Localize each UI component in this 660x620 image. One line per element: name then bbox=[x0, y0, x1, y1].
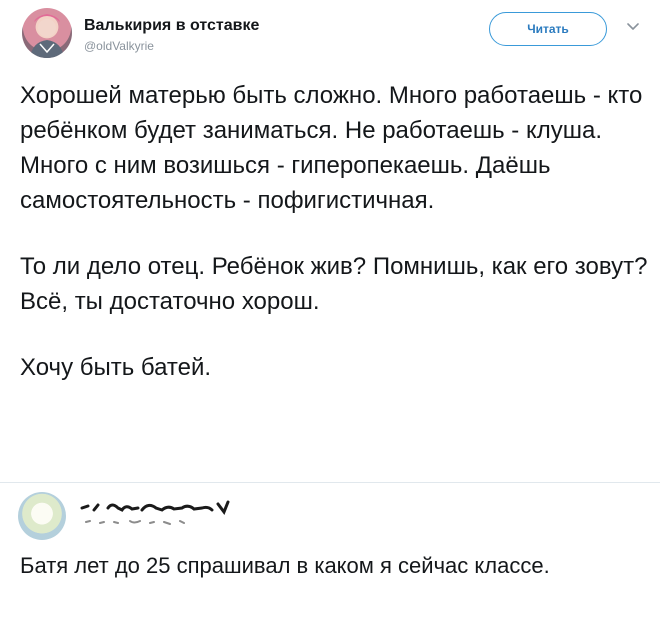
author-handle[interactable]: @oldValkyrie bbox=[84, 39, 154, 53]
redacted-name-scribble bbox=[80, 500, 230, 525]
reply-text: Батя лет до 25 спрашивал в каком я сейча… bbox=[20, 553, 550, 578]
author-display-name[interactable]: Валькирия в отставке bbox=[84, 17, 259, 35]
tweet-screenshot: Валькирия в отставке @oldValkyrie Читать… bbox=[0, 0, 660, 620]
chevron-down-icon[interactable] bbox=[624, 18, 642, 36]
tweet-paragraph: Хорошей матерью быть сложно. Много работ… bbox=[20, 82, 643, 214]
follow-button[interactable]: Читать bbox=[489, 12, 607, 46]
tweet-paragraph: Хочу быть батей. bbox=[20, 354, 212, 381]
tweet-text: Хорошей матерью быть сложно. Много работ… bbox=[20, 78, 650, 385]
divider bbox=[0, 482, 660, 483]
reply-avatar[interactable] bbox=[18, 492, 66, 540]
author-avatar[interactable] bbox=[22, 8, 72, 58]
avatar-portrait-icon bbox=[30, 14, 64, 58]
tweet-paragraph: То ли дело отец. Ребёнок жив? Помнишь, к… bbox=[20, 253, 648, 315]
